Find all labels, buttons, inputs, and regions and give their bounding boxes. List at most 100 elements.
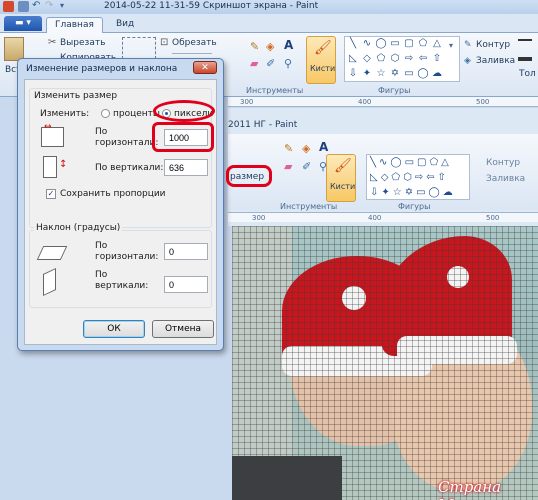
paint-app-icon[interactable]	[3, 1, 14, 12]
pencil-icon[interactable]: ✎	[250, 40, 259, 53]
thickness-button[interactable]: Тол	[519, 69, 536, 79]
captured-brush-icon: 🖌	[334, 158, 352, 174]
callout-cloud-shape-icon[interactable]: ☁	[431, 68, 443, 79]
captured-ruler-tick: 300	[252, 214, 266, 222]
crop-button[interactable]: Обрезать	[172, 38, 217, 48]
shapes-more-icon[interactable]: ▾	[449, 41, 453, 50]
star6-shape-icon[interactable]: ✡	[389, 68, 401, 79]
pentagon-shape-icon[interactable]: ⬠	[375, 53, 387, 64]
cut-button[interactable]: Вырезать	[60, 38, 105, 48]
outline-button[interactable]: Контур	[476, 40, 510, 50]
keep-ratio-label[interactable]: Сохранить пропорции	[60, 189, 166, 199]
brushes-button[interactable]: 🖌 Кисти	[306, 36, 336, 84]
rounded-rect-shape-icon[interactable]: ▢	[403, 38, 415, 49]
skew-group	[29, 230, 212, 308]
horizontal-highlight-annotation	[152, 122, 214, 152]
captured-brushes-button: 🖌 Кисти	[326, 154, 356, 202]
captured-eraser-icon: ▰	[284, 160, 293, 173]
skew-vertical-input[interactable]	[164, 276, 208, 293]
captured-shapes-label: Фигуры	[398, 202, 431, 211]
fill-icon[interactable]: ◈	[464, 56, 471, 66]
ok-button[interactable]: ОК	[83, 320, 145, 338]
curve-shape-icon[interactable]: ∿	[361, 38, 373, 49]
captured-fill-label: Заливка	[486, 174, 526, 184]
fill-bucket-icon[interactable]: ◈	[266, 40, 274, 53]
captured-picker-icon: ✐	[302, 160, 312, 173]
captured-text-icon: A	[319, 140, 329, 154]
triangle-shape-icon[interactable]: △	[431, 38, 443, 49]
redo-icon[interactable]: ↷	[45, 1, 56, 12]
thickness-icon[interactable]	[518, 39, 532, 61]
save-icon[interactable]	[18, 1, 29, 12]
magnifier-icon[interactable]: ⚲	[284, 57, 292, 70]
horizontal-arrow-icon: ↔	[44, 122, 52, 132]
resize-skew-dialog: Изменение размеров и наклона ✕ Изменить …	[17, 58, 224, 351]
color-picker-icon[interactable]: ✐	[266, 57, 275, 70]
photo-canvas-image: Страна Мам	[232, 226, 538, 500]
fill-button[interactable]: Заливка	[476, 56, 515, 66]
hexagon-shape-icon[interactable]: ⬡	[389, 53, 401, 64]
vertical-size-input[interactable]	[164, 159, 208, 176]
ruler-tick: 400	[358, 98, 372, 106]
captured-tools-label: Инструменты	[280, 202, 338, 211]
captured-ruler-tick: 400	[368, 214, 382, 222]
arrow-right-shape-icon[interactable]: ⇨	[403, 53, 415, 64]
eraser-icon[interactable]: ▰	[250, 57, 258, 70]
pixels-highlight-annotation	[153, 100, 215, 122]
captured-brushes-label: Кисти	[330, 182, 356, 191]
customize-icon[interactable]: ▾	[60, 1, 71, 12]
percent-radio[interactable]	[101, 109, 110, 118]
arrow-down-shape-icon[interactable]: ⇩	[347, 68, 359, 79]
skew-group-label: Наклон (градусы)	[34, 223, 123, 233]
star4-shape-icon[interactable]: ✦	[361, 68, 373, 79]
callout-oval-shape-icon[interactable]: ◯	[417, 68, 429, 79]
tab-view[interactable]: Вид	[108, 17, 142, 33]
undo-icon[interactable]: ↶	[32, 1, 43, 12]
tab-home[interactable]: Главная	[46, 17, 103, 33]
captured-ruler: 300 400 500	[228, 212, 538, 222]
captured-window-title: 2011 НГ - Paint	[228, 120, 298, 130]
ribbon-tabs: ▬ ▾ Главная Вид	[0, 14, 538, 33]
skew-v-label-line2: вертикали:	[95, 281, 149, 291]
text-tool-icon[interactable]: A	[284, 38, 293, 52]
change-by-label: Изменить:	[40, 109, 90, 119]
brushes-label: Кисти	[310, 64, 336, 73]
star5-shape-icon[interactable]: ☆	[375, 68, 387, 79]
close-button[interactable]: ✕	[193, 61, 217, 74]
shapes-group-label: Фигуры	[378, 86, 411, 95]
skew-h-label-line1: По	[95, 241, 108, 251]
ruler-tick: 300	[240, 98, 254, 106]
captured-pencil-icon: ✎	[284, 142, 294, 155]
oval-shape-icon[interactable]: ◯	[375, 38, 387, 49]
horizontal-label-line1: По	[95, 127, 108, 137]
arrow-up-shape-icon[interactable]: ⇧	[431, 53, 443, 64]
dialog-title: Изменение размеров и наклона	[26, 64, 178, 74]
rectangle-shape-icon[interactable]: ▭	[389, 38, 401, 49]
skew-h-label-line2: горизонтали:	[95, 252, 159, 262]
file-menu-button[interactable]: ▬ ▾	[4, 16, 42, 31]
canvas-grid-overlay	[232, 226, 538, 500]
title-bar: ↶ ↷ ▾ 2014-05-22 11-31-59 Скриншот экран…	[0, 0, 538, 14]
crop-icon[interactable]: ⊡	[160, 37, 168, 48]
polygon-shape-icon[interactable]: ⬠	[417, 38, 429, 49]
resize-button-highlight-annotation	[226, 165, 272, 187]
window-title: 2014-05-22 11-31-59 Скриншот экрана - Pa…	[104, 1, 319, 11]
keep-ratio-checkbox[interactable]: ✓	[46, 189, 56, 199]
vertical-arrow-icon: ↕	[59, 159, 68, 170]
line-shape-icon[interactable]: ╲	[347, 38, 359, 49]
ruler-tick: 500	[476, 98, 490, 106]
outline-icon[interactable]: ✎	[464, 40, 472, 50]
diamond-shape-icon[interactable]: ◇	[361, 53, 373, 64]
captured-outline-label: Контур	[486, 158, 521, 168]
brush-icon: 🖌	[314, 40, 332, 56]
select-icon[interactable]	[122, 37, 156, 59]
callout-rect-shape-icon[interactable]: ▭	[403, 68, 415, 79]
dialog-body: Изменить размер Изменить: проценты пиксе…	[24, 79, 217, 345]
vertical-resize-icon: ↕	[43, 156, 67, 178]
arrow-left-shape-icon[interactable]: ⇦	[417, 53, 429, 64]
cut-icon[interactable]: ✂	[48, 37, 56, 48]
right-triangle-shape-icon[interactable]: ◺	[347, 53, 359, 64]
vertical-label: По вертикали:	[95, 163, 164, 173]
skew-horizontal-input[interactable]	[164, 243, 208, 260]
cancel-button[interactable]: Отмена	[152, 320, 214, 338]
